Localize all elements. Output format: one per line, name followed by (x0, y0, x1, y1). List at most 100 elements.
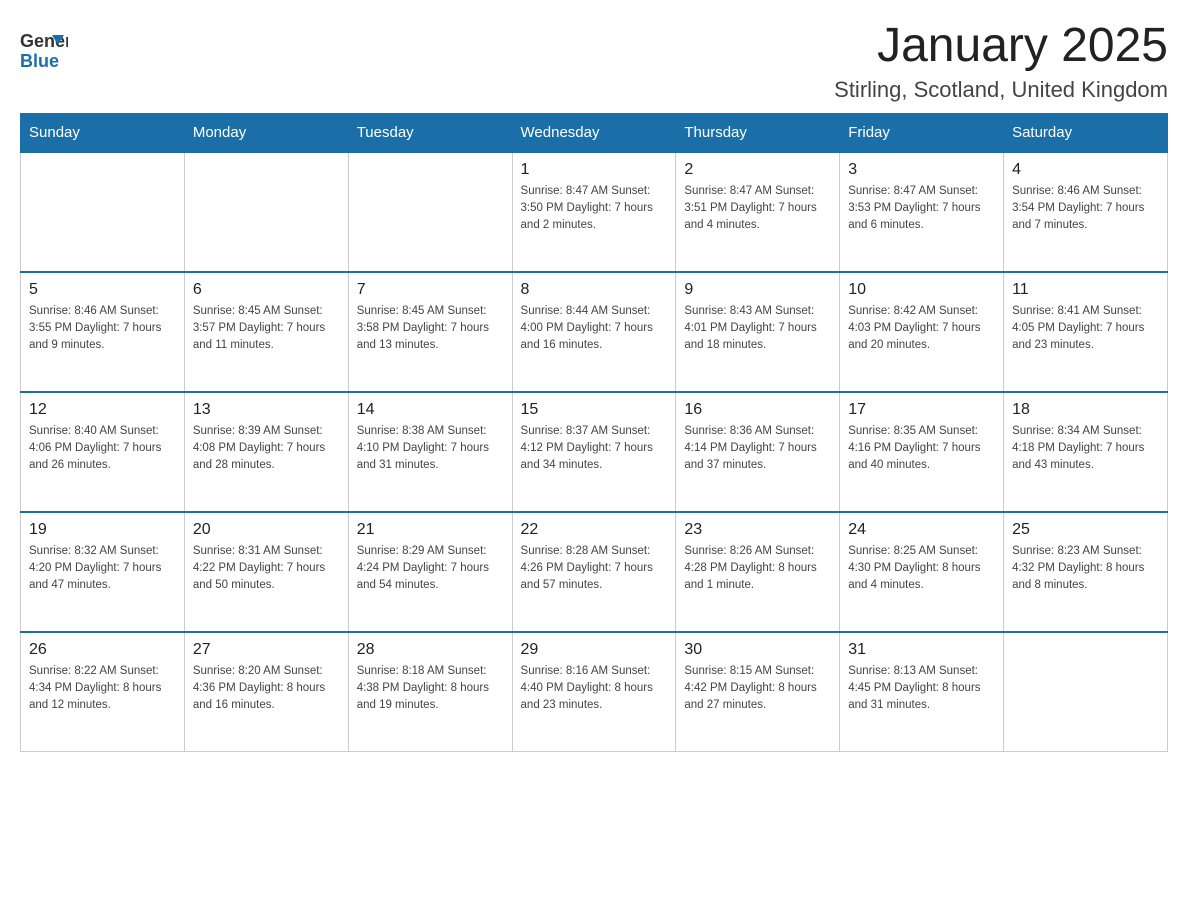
day-number: 16 (684, 401, 831, 419)
day-info: Sunrise: 8:23 AM Sunset: 4:32 PM Dayligh… (1012, 543, 1159, 595)
calendar-cell: 11 Sunrise: 8:41 AM Sunset: 4:05 PM Dayli… (1004, 272, 1168, 392)
day-number: 30 (684, 641, 831, 659)
day-number: 23 (684, 521, 831, 539)
day-number: 3 (848, 161, 995, 179)
calendar-cell: 27 Sunrise: 8:20 AM Sunset: 4:36 PM Dayli… (184, 632, 348, 752)
svg-text:Blue: Blue (20, 51, 59, 71)
calendar-cell: 14 Sunrise: 8:38 AM Sunset: 4:10 PM Dayli… (348, 392, 512, 512)
calendar-cell: 17Sunrise: 8:35 AM Sunset: 4:16 PM Dayli… (840, 392, 1004, 512)
day-info: Sunrise: 8:45 AM Sunset: 3:57 PM Dayligh… (193, 303, 340, 355)
calendar-cell: 20 Sunrise: 8:31 AM Sunset: 4:22 PM Dayli… (184, 512, 348, 632)
day-info: Sunrise: 8:43 AM Sunset: 4:01 PM Dayligh… (684, 303, 831, 355)
day-number: 14 (357, 401, 504, 419)
calendar-week-row: 19 Sunrise: 8:32 AM Sunset: 4:20 PM Dayli… (21, 512, 1168, 632)
day-info: Sunrise: 8:31 AM Sunset: 4:22 PM Dayligh… (193, 543, 340, 595)
calendar-cell: 31Sunrise: 8:13 AM Sunset: 4:45 PM Dayli… (840, 632, 1004, 752)
day-info: Sunrise: 8:34 AM Sunset: 4:18 PM Dayligh… (1012, 423, 1159, 475)
day-number: 8 (521, 281, 668, 299)
calendar-cell: 1 Sunrise: 8:47 AM Sunset: 3:50 PM Daylig… (512, 152, 676, 272)
general-blue-logo-svg: General Blue (20, 25, 68, 73)
day-info: Sunrise: 8:44 AM Sunset: 4:00 PM Dayligh… (521, 303, 668, 355)
title-section: January 2025 Stirling, Scotland, United … (834, 20, 1168, 103)
day-number: 29 (521, 641, 668, 659)
day-of-week-header: Friday (840, 113, 1004, 152)
calendar-week-row: 26 Sunrise: 8:22 AM Sunset: 4:34 PM Dayli… (21, 632, 1168, 752)
calendar-cell: 30 Sunrise: 8:15 AM Sunset: 4:42 PM Dayli… (676, 632, 840, 752)
calendar-cell: 25 Sunrise: 8:23 AM Sunset: 4:32 PM Dayli… (1004, 512, 1168, 632)
day-number: 20 (193, 521, 340, 539)
logo: General Blue (20, 20, 68, 73)
logo-icon: General Blue (20, 25, 68, 73)
day-number: 17 (848, 401, 995, 419)
svg-text:General: General (20, 31, 68, 51)
day-number: 21 (357, 521, 504, 539)
day-number: 24 (848, 521, 995, 539)
calendar-cell: 12Sunrise: 8:40 AM Sunset: 4:06 PM Dayli… (21, 392, 185, 512)
day-number: 11 (1012, 281, 1159, 299)
day-of-week-header: Wednesday (512, 113, 676, 152)
day-info: Sunrise: 8:16 AM Sunset: 4:40 PM Dayligh… (521, 663, 668, 715)
calendar-cell: 19 Sunrise: 8:32 AM Sunset: 4:20 PM Dayli… (21, 512, 185, 632)
calendar-cell: 2Sunrise: 8:47 AM Sunset: 3:51 PM Daylig… (676, 152, 840, 272)
calendar-week-row: 12Sunrise: 8:40 AM Sunset: 4:06 PM Dayli… (21, 392, 1168, 512)
day-of-week-header: Saturday (1004, 113, 1168, 152)
calendar-cell: 15 Sunrise: 8:37 AM Sunset: 4:12 PM Dayli… (512, 392, 676, 512)
calendar-cell: 3 Sunrise: 8:47 AM Sunset: 3:53 PM Daylig… (840, 152, 1004, 272)
day-info: Sunrise: 8:45 AM Sunset: 3:58 PM Dayligh… (357, 303, 504, 355)
day-number: 15 (521, 401, 668, 419)
calendar-week-row: 5 Sunrise: 8:46 AM Sunset: 3:55 PM Daylig… (21, 272, 1168, 392)
calendar-body: 1 Sunrise: 8:47 AM Sunset: 3:50 PM Daylig… (21, 152, 1168, 752)
calendar-cell: 5 Sunrise: 8:46 AM Sunset: 3:55 PM Daylig… (21, 272, 185, 392)
day-info: Sunrise: 8:39 AM Sunset: 4:08 PM Dayligh… (193, 423, 340, 475)
page-header: General Blue January 2025 Stirling, Scot… (20, 20, 1168, 103)
day-info: Sunrise: 8:36 AM Sunset: 4:14 PM Dayligh… (684, 423, 831, 475)
calendar-cell: 4Sunrise: 8:46 AM Sunset: 3:54 PM Daylig… (1004, 152, 1168, 272)
calendar-header: SundayMondayTuesdayWednesdayThursdayFrid… (21, 113, 1168, 152)
day-number: 25 (1012, 521, 1159, 539)
calendar-cell: 6 Sunrise: 8:45 AM Sunset: 3:57 PM Daylig… (184, 272, 348, 392)
day-info: Sunrise: 8:47 AM Sunset: 3:50 PM Dayligh… (521, 183, 668, 235)
day-number: 27 (193, 641, 340, 659)
calendar-cell: 10 Sunrise: 8:42 AM Sunset: 4:03 PM Dayli… (840, 272, 1004, 392)
day-number: 2 (684, 161, 831, 179)
calendar-cell: 29 Sunrise: 8:16 AM Sunset: 4:40 PM Dayli… (512, 632, 676, 752)
day-number: 31 (848, 641, 995, 659)
day-info: Sunrise: 8:32 AM Sunset: 4:20 PM Dayligh… (29, 543, 176, 595)
day-info: Sunrise: 8:29 AM Sunset: 4:24 PM Dayligh… (357, 543, 504, 595)
calendar-cell: 24 Sunrise: 8:25 AM Sunset: 4:30 PM Dayli… (840, 512, 1004, 632)
calendar-table: SundayMondayTuesdayWednesdayThursdayFrid… (20, 113, 1168, 753)
day-number: 26 (29, 641, 176, 659)
day-info: Sunrise: 8:38 AM Sunset: 4:10 PM Dayligh… (357, 423, 504, 475)
day-info: Sunrise: 8:15 AM Sunset: 4:42 PM Dayligh… (684, 663, 831, 715)
calendar-cell (348, 152, 512, 272)
day-number: 13 (193, 401, 340, 419)
calendar-cell (21, 152, 185, 272)
day-info: Sunrise: 8:25 AM Sunset: 4:30 PM Dayligh… (848, 543, 995, 595)
day-number: 19 (29, 521, 176, 539)
day-number: 22 (521, 521, 668, 539)
day-info: Sunrise: 8:42 AM Sunset: 4:03 PM Dayligh… (848, 303, 995, 355)
day-number: 6 (193, 281, 340, 299)
day-info: Sunrise: 8:22 AM Sunset: 4:34 PM Dayligh… (29, 663, 176, 715)
day-of-week-header: Monday (184, 113, 348, 152)
calendar-cell (184, 152, 348, 272)
day-info: Sunrise: 8:20 AM Sunset: 4:36 PM Dayligh… (193, 663, 340, 715)
calendar-cell: 18Sunrise: 8:34 AM Sunset: 4:18 PM Dayli… (1004, 392, 1168, 512)
day-number: 1 (521, 161, 668, 179)
month-title: January 2025 (834, 20, 1168, 73)
days-of-week-row: SundayMondayTuesdayWednesdayThursdayFrid… (21, 113, 1168, 152)
calendar-cell: 22 Sunrise: 8:28 AM Sunset: 4:26 PM Dayli… (512, 512, 676, 632)
calendar-cell: 26 Sunrise: 8:22 AM Sunset: 4:34 PM Dayli… (21, 632, 185, 752)
day-info: Sunrise: 8:37 AM Sunset: 4:12 PM Dayligh… (521, 423, 668, 475)
day-of-week-header: Thursday (676, 113, 840, 152)
day-info: Sunrise: 8:46 AM Sunset: 3:55 PM Dayligh… (29, 303, 176, 355)
day-info: Sunrise: 8:46 AM Sunset: 3:54 PM Dayligh… (1012, 183, 1159, 235)
day-number: 10 (848, 281, 995, 299)
calendar-week-row: 1 Sunrise: 8:47 AM Sunset: 3:50 PM Daylig… (21, 152, 1168, 272)
day-info: Sunrise: 8:47 AM Sunset: 3:53 PM Dayligh… (848, 183, 995, 235)
day-info: Sunrise: 8:26 AM Sunset: 4:28 PM Dayligh… (684, 543, 831, 595)
day-info: Sunrise: 8:41 AM Sunset: 4:05 PM Dayligh… (1012, 303, 1159, 355)
day-info: Sunrise: 8:28 AM Sunset: 4:26 PM Dayligh… (521, 543, 668, 595)
day-number: 5 (29, 281, 176, 299)
day-of-week-header: Sunday (21, 113, 185, 152)
